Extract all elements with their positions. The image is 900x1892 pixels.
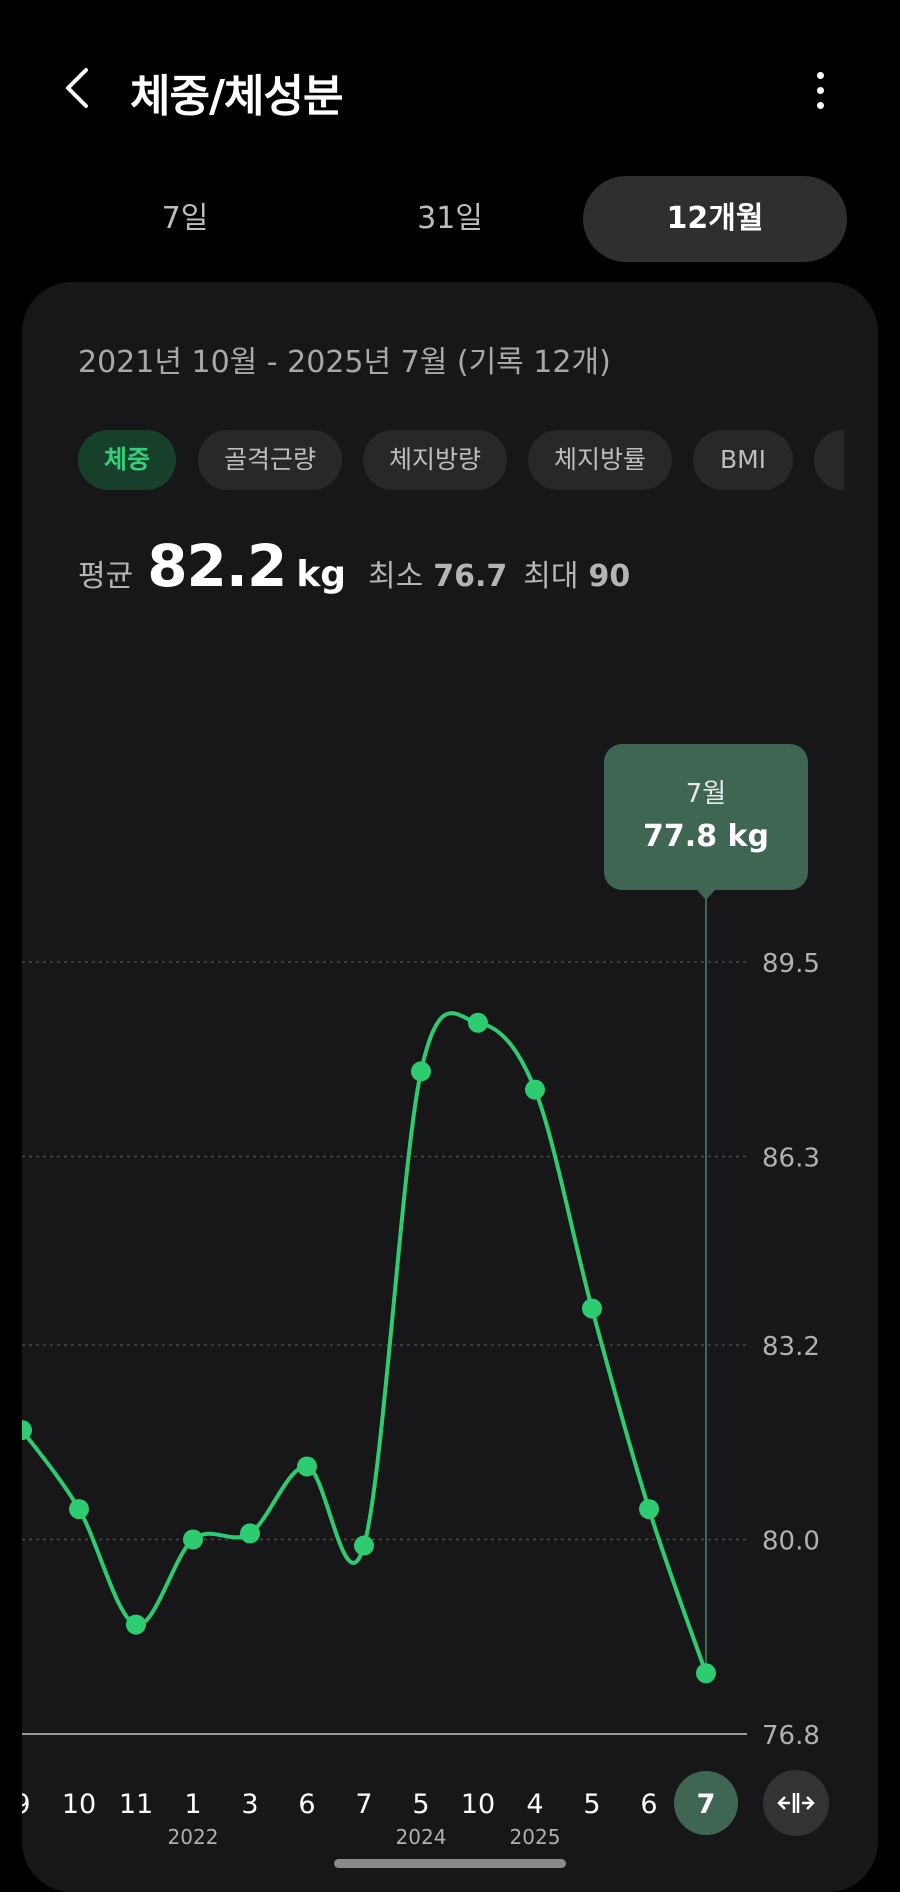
more-vertical-icon — [816, 71, 824, 79]
x-tick-label: 10 — [461, 1789, 495, 1820]
data-point — [468, 1012, 488, 1033]
data-point — [126, 1614, 146, 1635]
tooltip-title: 7월 — [686, 779, 726, 809]
tab-7-days[interactable]: 7일 — [75, 176, 295, 262]
x-tick-label: 6 — [298, 1789, 315, 1820]
x-tick-label: 11 — [119, 1789, 153, 1820]
x-tick-label: 6 — [640, 1789, 657, 1820]
more-options-button[interactable] — [800, 60, 840, 120]
x-tick-label: 5 — [583, 1789, 600, 1820]
x-tick-label: 7 — [355, 1789, 372, 1820]
y-tick-label: 83.2 — [762, 1332, 820, 1362]
year-label: 2025 — [510, 1825, 561, 1849]
chevron-left-icon — [66, 68, 88, 108]
y-tick-label: 76.8 — [762, 1721, 820, 1751]
y-tick-label: 89.5 — [762, 949, 820, 979]
x-tick-label: 1 — [184, 1789, 201, 1820]
x-tick-label: 10 — [62, 1789, 96, 1820]
tooltip-value: 77.8 kg — [643, 819, 769, 854]
weight-chart-card: 2021년 10월 - 2025년 7월 (기록 12개) 체중 골격근량 체지… — [22, 282, 878, 1892]
tab-12-months[interactable]: 12개월 — [583, 176, 847, 262]
y-tick-label: 86.3 — [762, 1144, 820, 1174]
data-point — [69, 1499, 89, 1520]
data-point — [183, 1529, 203, 1550]
tooltip-box — [604, 744, 808, 890]
data-point — [22, 1420, 32, 1441]
x-tick-label: 9 — [22, 1789, 31, 1820]
page-title: 체중/체성분 — [130, 71, 343, 122]
home-indicator — [334, 1859, 566, 1868]
x-tick-label: 4 — [526, 1789, 543, 1820]
tab-31-days[interactable]: 31일 — [340, 176, 560, 262]
x-tick-label: 3 — [241, 1789, 258, 1820]
data-point — [411, 1061, 431, 1082]
back-button[interactable] — [52, 58, 102, 118]
data-point — [525, 1079, 545, 1100]
x-tick-label: 7 — [697, 1789, 716, 1820]
y-tick-label: 80.0 — [762, 1526, 820, 1556]
period-tabs: 7일 31일 12개월 — [0, 176, 900, 262]
tooltip-pointer — [697, 890, 715, 900]
data-point — [240, 1523, 260, 1544]
data-point — [582, 1298, 602, 1319]
chart-scroll-button[interactable] — [763, 1770, 829, 1836]
scroll-horizontal-icon — [777, 1793, 815, 1813]
data-point — [354, 1535, 374, 1556]
year-label: 2024 — [396, 1825, 447, 1849]
weight-line-chart[interactable]: 89.586.383.280.076.87월77.8 kg91011136751… — [22, 282, 878, 1892]
data-point — [639, 1499, 659, 1520]
data-point — [696, 1663, 716, 1684]
year-label: 2022 — [168, 1825, 219, 1849]
data-point — [297, 1456, 317, 1477]
x-tick-label: 5 — [412, 1789, 429, 1820]
weight-line-series — [22, 1011, 708, 1676]
app-header: 체중/체성분 — [0, 0, 900, 180]
